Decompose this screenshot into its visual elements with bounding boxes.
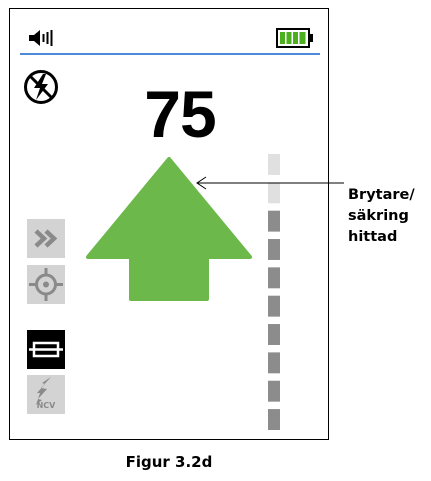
level-segment (268, 239, 280, 260)
reading-value: 75 (144, 77, 216, 151)
battery-full-icon (276, 28, 313, 48)
callout-line-2: säkring (348, 208, 409, 224)
level-segment (268, 380, 280, 402)
callout-pointer-arrow (196, 176, 344, 190)
ncv-button[interactable]: NCV (27, 375, 65, 414)
figure-caption: Figur 3.2d (125, 453, 213, 471)
level-segment (268, 409, 280, 430)
fuse-icon (29, 341, 63, 358)
callout-label: Brytare/ säkring hittad (348, 185, 415, 248)
device-screen: 75 NCV (9, 8, 329, 440)
header-divider (20, 53, 320, 55)
level-segment (268, 267, 280, 289)
crosshair-icon (29, 268, 63, 301)
fuse-button[interactable] (27, 330, 65, 369)
level-segment (268, 352, 280, 374)
level-segment (268, 324, 280, 345)
level-segment (268, 210, 280, 232)
ncv-label: NCV (36, 401, 56, 410)
callout-line-1: Brytare/ (348, 187, 415, 203)
speaker-volume-icon[interactable] (29, 28, 55, 48)
level-segment (268, 154, 280, 175)
signal-level-bar (268, 154, 280, 430)
fast-forward-button[interactable] (27, 219, 65, 258)
target-button[interactable] (27, 265, 65, 304)
callout-line-3: hittad (348, 229, 398, 245)
no-voltage-icon (24, 70, 58, 104)
double-chevron-icon (34, 229, 58, 248)
level-segment (268, 295, 280, 317)
